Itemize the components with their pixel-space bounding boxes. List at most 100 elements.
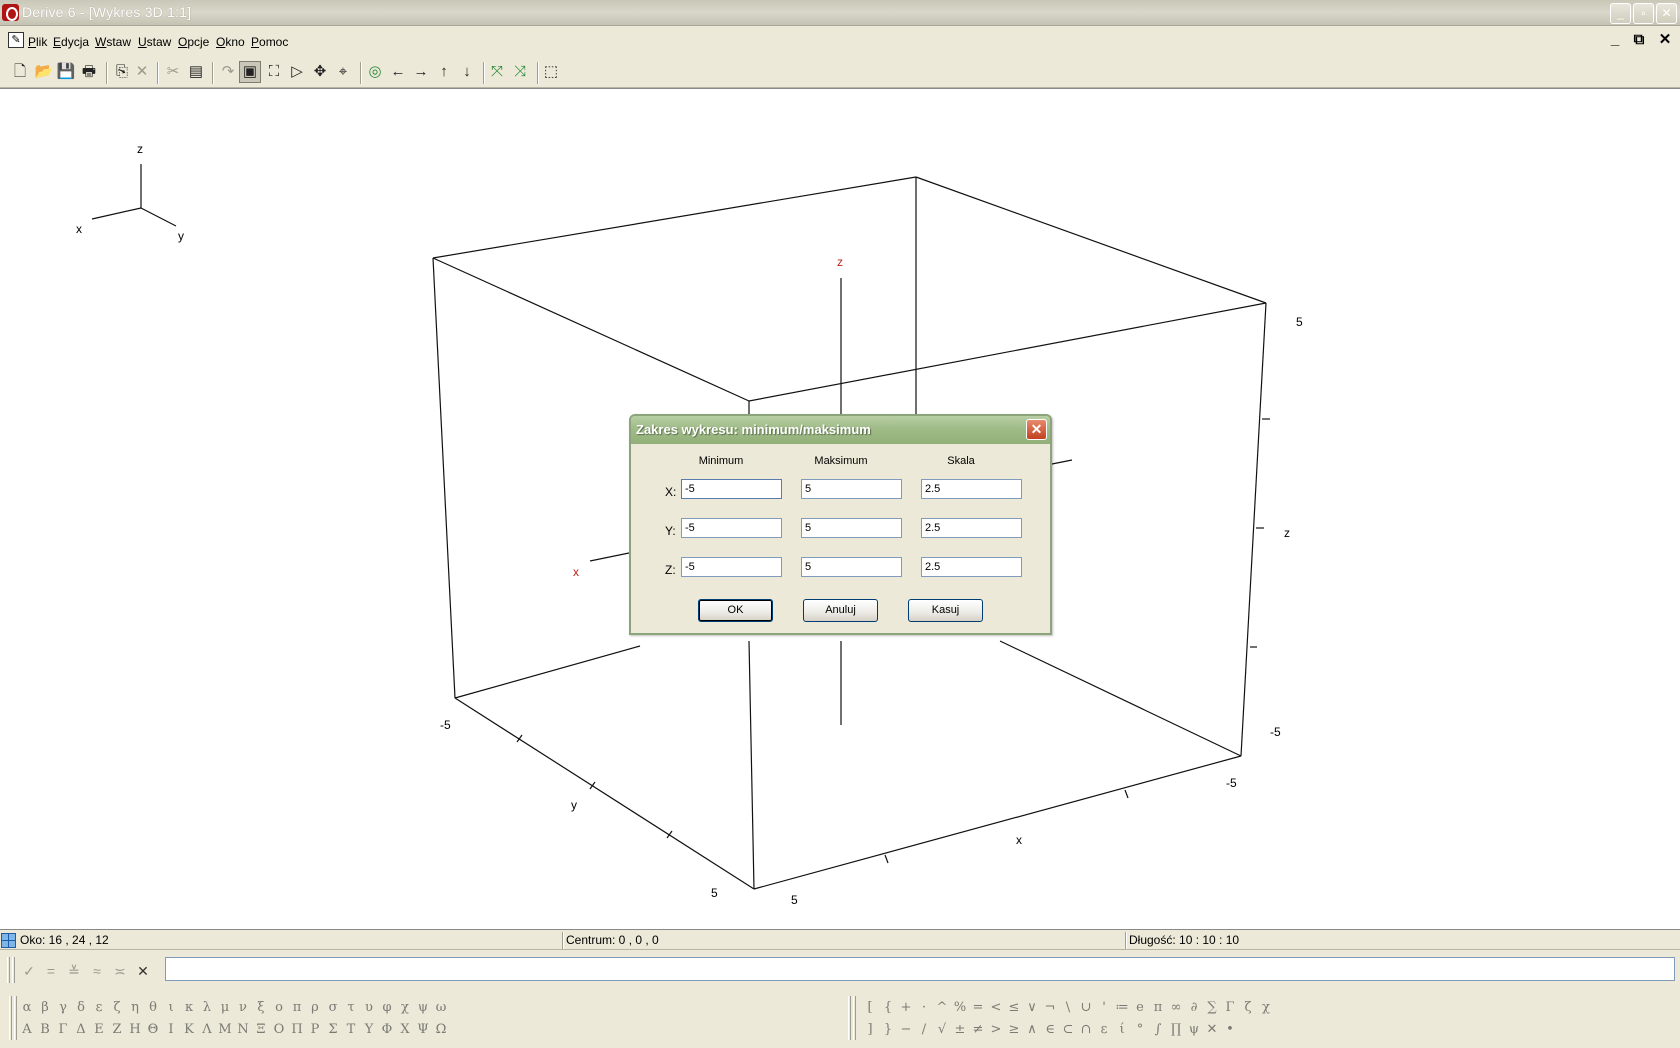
greek-upper-key[interactable]: Φ	[378, 1020, 396, 1040]
palette-grip[interactable]	[9, 996, 12, 1040]
reset-button[interactable]: Kasuj	[908, 599, 983, 622]
math-symbol-key[interactable]: π	[1149, 998, 1167, 1018]
greek-upper-key[interactable]: Λ	[198, 1020, 216, 1040]
math-symbol-key[interactable]: ∪	[1077, 998, 1095, 1018]
greek-upper-key[interactable]: Β	[36, 1020, 54, 1040]
plot-window-icon[interactable]: ▣	[239, 61, 261, 83]
greek-upper-key[interactable]: Τ	[342, 1020, 360, 1040]
math-symbol-key[interactable]: <	[987, 998, 1005, 1018]
derive-app-icon[interactable]	[2, 4, 19, 21]
mdi-minimize-button[interactable]: _	[1604, 30, 1626, 52]
math-symbol-key[interactable]: '	[1095, 998, 1113, 1018]
greek-lower-key[interactable]: β	[36, 998, 54, 1018]
greek-upper-key[interactable]: Ξ	[252, 1020, 270, 1040]
math-symbol-key[interactable]: ∂	[1185, 998, 1203, 1018]
simplify-icon[interactable]: =	[41, 961, 61, 981]
enter-approximate-icon[interactable]: ≍	[110, 961, 130, 981]
greek-lower-key[interactable]: δ	[72, 998, 90, 1018]
math-symbol-key[interactable]: ∩	[1077, 1020, 1095, 1040]
toolbar-grip[interactable]	[12, 957, 15, 983]
enter-simplify-icon[interactable]: ≚	[64, 961, 84, 981]
arrow-up-icon[interactable]: ↑	[433, 61, 455, 83]
greek-upper-key[interactable]: Δ	[72, 1020, 90, 1040]
palette-grip[interactable]	[848, 996, 851, 1040]
math-symbol-key[interactable]: \	[1059, 998, 1077, 1018]
plot-region-icon[interactable]: ⛶	[263, 61, 285, 83]
greek-lower-key[interactable]: ζ	[108, 998, 126, 1018]
greek-lower-key[interactable]: χ	[396, 998, 414, 1018]
greek-lower-key[interactable]: ω	[432, 998, 450, 1018]
menu-opcje[interactable]: Opcje	[178, 35, 209, 49]
greek-lower-key[interactable]: ε	[90, 998, 108, 1018]
greek-lower-key[interactable]: ξ	[252, 998, 270, 1018]
math-symbol-key[interactable]: ζ	[1239, 998, 1257, 1018]
math-symbol-key[interactable]: %	[951, 998, 969, 1018]
rotate-icon[interactable]: ▷	[286, 61, 308, 83]
cancel-button[interactable]: Anuluj	[803, 599, 878, 622]
greek-lower-key[interactable]: φ	[378, 998, 396, 1018]
math-symbol-key[interactable]: ψ	[1185, 1020, 1203, 1040]
greek-upper-key[interactable]: Θ	[144, 1020, 162, 1040]
menu-pomoc[interactable]: Pomoc	[251, 35, 288, 49]
window-close-button[interactable]: ✕	[1656, 3, 1677, 24]
math-symbol-key[interactable]: Γ	[1221, 998, 1239, 1018]
math-symbol-key[interactable]: √	[933, 1020, 951, 1040]
greek-lower-key[interactable]: θ	[144, 998, 162, 1018]
math-symbol-key[interactable]: ^	[933, 998, 951, 1018]
math-symbol-key[interactable]: ∏	[1167, 1020, 1185, 1040]
math-symbol-key[interactable]: ∑	[1203, 998, 1221, 1018]
grid-icon[interactable]	[1, 933, 16, 948]
greek-lower-key[interactable]: σ	[324, 998, 342, 1018]
enter-expression-icon[interactable]: ✓	[19, 961, 39, 981]
arrow-left-icon[interactable]: ←	[387, 61, 409, 83]
copy-icon[interactable]: ⎘	[111, 61, 133, 83]
greek-upper-key[interactable]: Ρ	[306, 1020, 324, 1040]
greek-lower-key[interactable]: γ	[54, 998, 72, 1018]
arrow-down-icon[interactable]: ↓	[456, 61, 478, 83]
greek-upper-key[interactable]: Ε	[90, 1020, 108, 1040]
math-symbol-key[interactable]: •	[1221, 1020, 1239, 1040]
center-icon[interactable]: ⌖	[332, 61, 354, 83]
greek-lower-key[interactable]: π	[288, 998, 306, 1018]
greek-upper-key[interactable]: Ο	[270, 1020, 288, 1040]
menu-edycja[interactable]: Edycja	[53, 35, 89, 49]
toolbar-grip[interactable]	[7, 957, 10, 983]
greek-lower-key[interactable]: κ	[180, 998, 198, 1018]
math-symbol-key[interactable]: ≔	[1113, 998, 1131, 1018]
window-minimize-button[interactable]: _	[1610, 3, 1631, 24]
math-symbol-key[interactable]: }	[879, 1020, 897, 1040]
window-maximize-button[interactable]: ▫	[1633, 3, 1654, 24]
greek-upper-key[interactable]: Κ	[180, 1020, 198, 1040]
print-icon[interactable]: 🖶	[78, 61, 100, 83]
math-symbol-key[interactable]: ∫	[1149, 1020, 1167, 1040]
dialog-title-bar[interactable]: Zakres wykresu: minimum/maksimum ✕	[631, 416, 1050, 444]
greek-upper-key[interactable]: Α	[18, 1020, 36, 1040]
x-scale-input[interactable]	[921, 479, 1022, 499]
insert-annotation-icon[interactable]: ▤	[185, 61, 207, 83]
math-symbol-key[interactable]: +	[897, 998, 915, 1018]
x-maximum-input[interactable]	[801, 479, 902, 499]
greek-lower-key[interactable]: ο	[270, 998, 288, 1018]
y-maximum-input[interactable]	[801, 518, 902, 538]
math-symbol-key[interactable]: ✕	[1203, 1020, 1221, 1040]
menu-okno[interactable]: Okno	[216, 35, 245, 49]
greek-lower-key[interactable]: η	[126, 998, 144, 1018]
open-icon[interactable]: 📂	[33, 61, 55, 83]
pan-icon[interactable]: ✥	[309, 61, 331, 83]
math-symbol-key[interactable]: {	[879, 998, 897, 1018]
math-symbol-key[interactable]: ≠	[969, 1020, 987, 1040]
math-symbol-key[interactable]: ∞	[1167, 998, 1185, 1018]
approximate-icon[interactable]: ≈	[87, 961, 107, 981]
menu-ustaw[interactable]: Ustaw	[138, 35, 171, 49]
dialog-close-button[interactable]: ✕	[1026, 419, 1047, 440]
z-scale-input[interactable]	[921, 557, 1022, 577]
math-symbol-key[interactable]: ]	[861, 1020, 879, 1040]
math-symbol-key[interactable]: ≥	[1005, 1020, 1023, 1040]
greek-lower-key[interactable]: μ	[216, 998, 234, 1018]
math-symbol-key[interactable]: ∧	[1023, 1020, 1041, 1040]
greek-lower-key[interactable]: λ	[198, 998, 216, 1018]
arrow-right-icon[interactable]: →	[410, 61, 432, 83]
menu-plik[interactable]: Plik	[28, 35, 47, 49]
math-symbol-key[interactable]: −	[897, 1020, 915, 1040]
greek-lower-key[interactable]: ι	[162, 998, 180, 1018]
